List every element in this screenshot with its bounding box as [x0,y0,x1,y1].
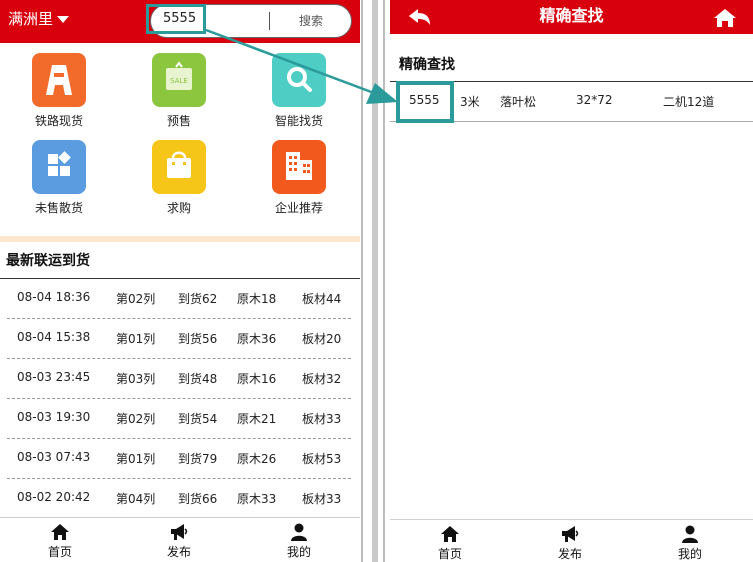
row-board: 板材44 [302,292,342,306]
row-train: 第01列 [116,332,156,346]
result-location: 二机12道 [663,95,715,109]
row-train: 第02列 [116,292,156,306]
row-arrived: 到货66 [178,492,218,506]
row-arrived: 到货54 [178,412,218,426]
search-icon [272,53,326,107]
row-board: 板材33 [302,412,342,426]
row-log: 原木26 [237,452,277,466]
megaphone-icon [171,524,188,540]
grid-label: 预售 [166,114,191,128]
home-icon [441,526,459,542]
home-icon [51,524,69,540]
row-train: 第02列 [116,412,156,426]
nav-label: 发布 [557,547,582,561]
nav-mine[interactable]: 我的 [259,518,339,562]
table-row[interactable]: 08-03 23:45 第03列 到货48 原木16 板材32 [7,358,351,398]
search-highlight-box [146,4,206,34]
grid-label: 铁路现货 [34,114,83,128]
nav-home[interactable]: 首页 [20,518,100,562]
row-train: 第04列 [116,492,156,506]
grid-item-presale[interactable]: SALE 预售 [139,53,219,128]
city-selector[interactable]: 满洲里 [8,9,70,29]
shopping-bag-icon [152,140,206,194]
screen-divider [361,0,363,562]
row-board: 板材32 [302,372,342,386]
nav-label: 首页 [47,545,72,559]
grid-label: 求购 [166,201,191,215]
row-arrived: 到货56 [178,332,218,346]
grid-item-unsold-bulk[interactable]: 未售散货 [19,140,99,215]
row-arrived: 到货48 [178,372,218,386]
nav-label: 首页 [437,547,462,561]
result-species: 落叶松 [500,95,537,109]
left-screen: 满洲里 搜索 铁路现货 SALE 预售 [0,0,360,562]
screen-divider-bar [372,0,378,562]
section-title: 最新联运到货 [6,253,90,269]
city-label: 满洲里 [8,10,54,28]
row-log: 原木33 [237,492,277,506]
row-time: 08-04 15:38 [17,330,91,344]
result-length: 3米 [460,95,480,109]
blocks-icon [32,140,86,194]
table-row[interactable]: 08-03 07:43 第01列 到货79 原木26 板材53 [7,438,351,478]
search-button[interactable]: 搜索 [281,12,341,30]
sale-tag-icon: SALE [152,53,206,107]
nav-label: 我的 [677,547,702,561]
grid-label: 未售散货 [34,201,83,215]
search-divider [269,12,270,30]
user-icon [682,525,698,543]
row-arrived: 到货62 [178,292,218,306]
row-log: 原木21 [237,412,277,426]
row-board: 板材33 [302,492,342,506]
row-board: 板材53 [302,452,342,466]
row-arrived: 到货79 [178,452,218,466]
building-icon [272,140,326,194]
row-board: 板材20 [302,332,342,346]
grid-label: 企业推荐 [274,201,323,215]
row-time: 08-02 20:42 [17,490,91,504]
row-log: 原木16 [237,372,277,386]
result-size: 32*72 [576,93,613,107]
nav-publish[interactable]: 发布 [530,520,610,562]
grid-item-purchase[interactable]: 求购 [139,140,219,215]
row-train: 第01列 [116,452,156,466]
nav-publish[interactable]: 发布 [139,518,219,562]
bottom-nav: 首页 发布 我的 [390,519,753,562]
row-log: 原木18 [237,292,277,306]
nav-label: 我的 [286,545,311,559]
nav-mine[interactable]: 我的 [650,520,730,562]
nav-label: 发布 [166,545,191,559]
row-time: 08-03 07:43 [17,450,91,464]
screen-divider [383,0,385,562]
row-time: 08-04 18:36 [17,290,91,304]
grid-item-rail-stock[interactable]: 铁路现货 [19,53,99,128]
row-time: 08-03 23:45 [17,370,91,384]
sale-tag-text: SALE [170,77,188,85]
grid-item-enterprise[interactable]: 企业推荐 [259,140,339,215]
table-row[interactable]: 08-04 15:38 第01列 到货56 原木36 板材20 [7,318,351,358]
home-icon[interactable] [713,8,737,28]
megaphone-icon [562,526,579,542]
user-icon [291,523,307,541]
bottom-nav: 首页 发布 我的 [0,517,360,562]
row-time: 08-03 19:30 [17,410,91,424]
row-train: 第03列 [116,372,156,386]
section-band [0,236,360,242]
rail-icon [32,53,86,107]
section-title: 精确查找 [399,57,455,73]
row-log: 原木36 [237,332,277,346]
table-row[interactable]: 08-04 18:36 第02列 到货62 原木18 板材44 [7,278,351,318]
grid-item-smart-search[interactable]: 智能找货 [259,53,339,128]
table-row[interactable]: 08-03 19:30 第02列 到货54 原木21 板材33 [7,398,351,438]
page-title: 精确查找 [539,6,604,25]
table-row[interactable]: 08-02 20:42 第04列 到货66 原木33 板材33 [7,478,351,518]
nav-home[interactable]: 首页 [410,520,490,562]
result-highlight-box [396,81,454,123]
grid-label: 智能找货 [274,114,323,128]
chevron-down-icon [57,16,70,23]
